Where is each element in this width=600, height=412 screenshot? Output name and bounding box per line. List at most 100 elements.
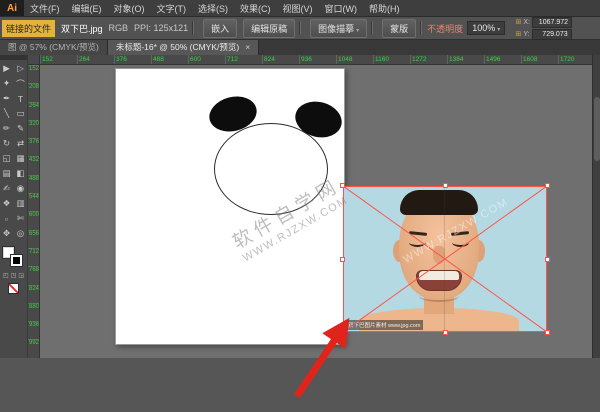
ruler-number: 936	[28, 321, 39, 339]
tool-icon[interactable]: ▤	[0, 166, 14, 181]
menu-item[interactable]: 窗口(W)	[319, 0, 364, 16]
x-label: X:	[523, 18, 530, 27]
tool-icon[interactable]: ▭	[14, 106, 28, 121]
ruler-number: 264	[77, 55, 114, 64]
menu-item[interactable]: 对象(O)	[108, 0, 151, 16]
ruler-number: 768	[28, 266, 39, 284]
none-color-button[interactable]	[8, 283, 19, 294]
edit-original-button[interactable]: 编辑原稿	[243, 19, 295, 38]
document-tab-active[interactable]: 未标题-16* @ 50% (CMYK/预览) ×	[108, 40, 259, 55]
man-hair	[400, 190, 478, 215]
divider	[192, 21, 193, 35]
menu-bar: Ai 文件(F)编辑(E)对象(O)文字(T)选择(S)效果(C)视图(V)窗口…	[0, 0, 600, 17]
tool-icon[interactable]: ▥	[14, 196, 28, 211]
tool-icon[interactable]: ✒	[0, 91, 14, 106]
man-left-eye	[409, 238, 426, 247]
scrollbar-thumb[interactable]	[594, 97, 600, 161]
ruler-number: 656	[28, 230, 39, 248]
selection-handle[interactable]	[545, 257, 550, 262]
ppi-label: PPI: 125x121	[134, 23, 188, 33]
menu-item[interactable]: 选择(S)	[192, 0, 234, 16]
tool-icon[interactable]: ◉	[14, 181, 28, 196]
divider	[420, 21, 421, 35]
image-trace-label: 图像描摹	[318, 24, 354, 34]
vertical-ruler[interactable]: 1522082643203764324885446006567127688248…	[28, 65, 40, 358]
selection-handle[interactable]	[340, 183, 345, 188]
menu-item[interactable]: 文件(F)	[24, 0, 66, 16]
app-logo-icon: Ai	[0, 0, 24, 16]
tab-close-icon[interactable]: ×	[245, 42, 250, 52]
tool-icon[interactable]: ▷	[14, 61, 28, 76]
x-field[interactable]: 1067.972	[532, 17, 572, 28]
tool-icon[interactable]: ◎	[14, 226, 28, 241]
selection-handle[interactable]	[340, 257, 345, 262]
document-tab-title: 未标题-16* @ 50% (CMYK/预览)	[116, 42, 239, 52]
mask-button[interactable]: 蒙版	[382, 19, 416, 38]
tool-icon[interactable]: ↻	[0, 136, 14, 151]
man-double-chin-line	[419, 290, 459, 302]
menu-item[interactable]: 效果(C)	[234, 0, 277, 16]
photo-watermark-caption: 双下巴图片素材 www.jpg.com	[345, 320, 423, 330]
ruler-number: 600	[188, 55, 225, 64]
selection-handle[interactable]	[545, 183, 550, 188]
artboard	[115, 68, 345, 345]
draw-mode-icon[interactable]: ◰	[3, 272, 9, 279]
ruler-number: 1720	[558, 55, 592, 64]
panda-face-circle-shape[interactable]	[214, 123, 328, 215]
tool-icon[interactable]: ⇄	[14, 136, 28, 151]
ruler-number: 1272	[410, 55, 447, 64]
document-tab-inactive[interactable]: 图 @ 57% (CMYK/预览)	[0, 40, 108, 55]
tool-icon[interactable]: ◧	[14, 166, 28, 181]
embed-button[interactable]: 嵌入	[203, 19, 237, 38]
menu-items: 文件(F)编辑(E)对象(O)文字(T)选择(S)效果(C)视图(V)窗口(W)…	[24, 0, 406, 16]
tool-icon[interactable]: ✄	[14, 211, 28, 226]
horizontal-ruler[interactable]: 1522643764886007128249361048116012721384…	[40, 55, 592, 65]
opacity-value-dropdown[interactable]: 100%▾	[467, 21, 505, 35]
draw-mode-icon[interactable]: ◳	[11, 272, 17, 279]
canvas-viewport[interactable]: 双下巴图片素材 www.jpg.com 软件自学网 WWW.RJZXW.COM …	[40, 65, 592, 358]
draw-mode-icon[interactable]: ◲	[18, 272, 24, 279]
panel-grip[interactable]	[0, 55, 27, 60]
tool-icon[interactable]: ✏	[0, 121, 14, 136]
menu-item[interactable]: 编辑(E)	[66, 0, 108, 16]
tool-icon[interactable]: ✍	[0, 181, 14, 196]
tools-panel: ▶▷✦⌒✒T╲▭✏✎↻⇄◱▦▤◧✍◉❖▥▫✄✥◎ ◰◳◲	[0, 55, 28, 358]
vertical-scrollbar[interactable]	[592, 55, 600, 358]
selection-handle[interactable]	[545, 330, 550, 335]
ruler-number: 1160	[373, 55, 410, 64]
tool-icon[interactable]: ◱	[0, 151, 14, 166]
menu-item[interactable]: 帮助(H)	[363, 0, 406, 16]
selection-handle[interactable]	[443, 183, 448, 188]
image-trace-button[interactable]: 图像描摹▾	[310, 19, 367, 38]
ruler-number: 600	[28, 211, 39, 229]
menu-item[interactable]: 文字(T)	[151, 0, 193, 16]
tool-icon[interactable]: ✦	[0, 76, 14, 91]
selection-handle[interactable]	[340, 330, 345, 335]
chevron-down-icon: ▾	[497, 27, 500, 33]
tool-icon[interactable]: ▫	[0, 211, 14, 226]
tool-icon[interactable]: ✥	[0, 226, 14, 241]
ruler-number: 1608	[521, 55, 558, 64]
stroke-color-swatch[interactable]	[11, 255, 22, 266]
tool-icon[interactable]: ▦	[14, 151, 28, 166]
ruler-origin-corner[interactable]	[28, 55, 40, 65]
tool-icon[interactable]: ❖	[0, 196, 14, 211]
tool-icon[interactable]: ╲	[0, 106, 14, 121]
tool-icon[interactable]: T	[14, 91, 28, 106]
tool-icon[interactable]: ▶	[0, 61, 14, 76]
selection-type-label: 链接的文件	[2, 20, 55, 37]
menu-item[interactable]: 视图(V)	[277, 0, 319, 16]
ruler-number: 376	[114, 55, 151, 64]
ruler-number: 824	[262, 55, 299, 64]
ruler-number: 1048	[336, 55, 373, 64]
tool-icon[interactable]: ✎	[14, 121, 28, 136]
tool-icon[interactable]: ⌒	[14, 76, 28, 91]
selection-handle[interactable]	[443, 330, 448, 335]
y-field[interactable]: 729.073	[532, 29, 572, 40]
ruler-number: 264	[28, 102, 39, 120]
ruler-number: 320	[28, 120, 39, 138]
ruler-number: 712	[28, 248, 39, 266]
opacity-value: 100%	[472, 23, 495, 33]
ruler-number: 488	[151, 55, 188, 64]
placed-linked-image[interactable]: 双下巴图片素材 www.jpg.com	[343, 186, 547, 332]
